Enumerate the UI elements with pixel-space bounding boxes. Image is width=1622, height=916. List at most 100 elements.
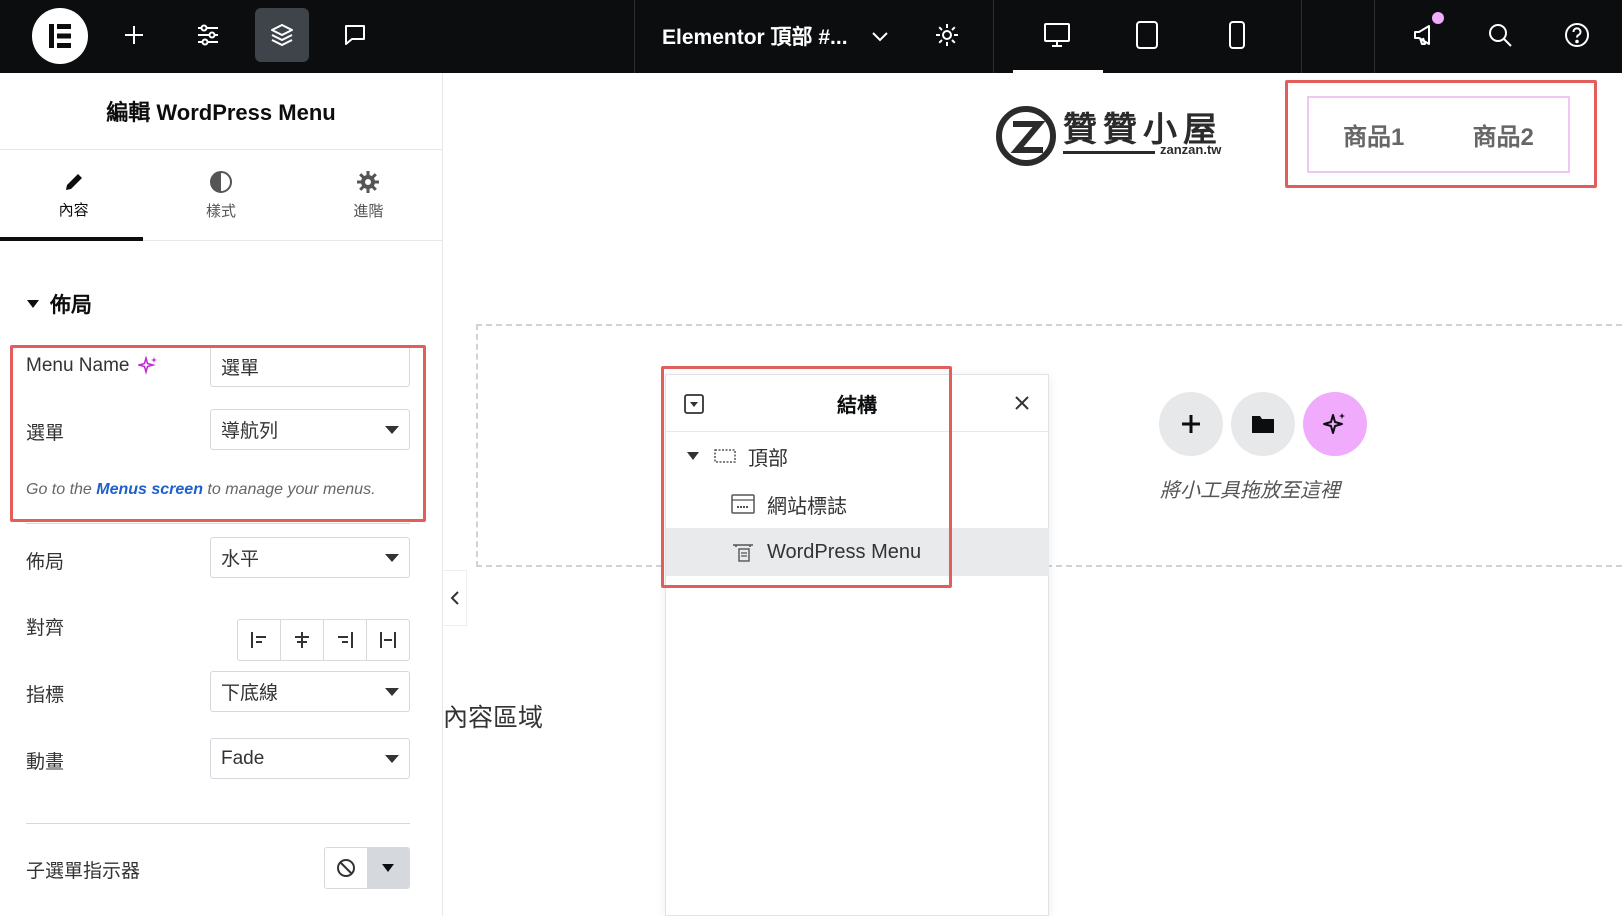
caret-down-icon[interactable] <box>367 848 409 888</box>
align-label: 對齊 <box>26 618 65 639</box>
pointer-select[interactable]: 下底線 <box>210 671 410 712</box>
wordpress-menu-widget[interactable]: 商品1 商品2 <box>1307 96 1570 173</box>
caret-down-icon[interactable] <box>686 451 700 461</box>
pointer-select-value: 下底線 <box>221 683 279 704</box>
search-icon[interactable] <box>1473 8 1527 62</box>
panel-title: 編輯 WordPress Menu <box>0 73 442 150</box>
gear-icon[interactable] <box>920 8 974 62</box>
structure-item-header[interactable]: 頂部 <box>666 432 1049 480</box>
drop-zone-text: 將小工具拖放至這裡 <box>1160 480 1340 502</box>
tablet-icon[interactable] <box>1120 8 1174 62</box>
menu-name-label: Menu Name <box>26 355 158 377</box>
caret-down-icon <box>385 688 399 696</box>
structure-item-label: WordPress Menu <box>767 540 922 563</box>
folder-icon <box>1252 416 1274 433</box>
menu-select-value: 導航列 <box>221 421 279 442</box>
structure-panel: 結構 頂部 網站標誌 WordPress Menu <box>665 374 1049 916</box>
align-left-button[interactable] <box>238 620 281 660</box>
plus-icon[interactable] <box>107 8 161 62</box>
divider <box>1374 0 1375 73</box>
desktop-icon[interactable] <box>1030 8 1084 62</box>
align-left-icon <box>251 632 266 648</box>
menu-widget-icon <box>733 544 753 562</box>
editor-panel: 編輯 WordPress Menu 內容 樣式 進階 佈局 Menu Name … <box>0 73 443 916</box>
tab-style[interactable]: 樣式 <box>147 150 294 240</box>
contrast-icon <box>209 170 232 193</box>
tab-advanced[interactable]: 進階 <box>295 150 442 240</box>
ai-sparkle-icon[interactable] <box>137 356 158 376</box>
layout-select[interactable]: 水平 <box>210 537 410 578</box>
caret-down-icon <box>385 426 399 434</box>
collapse-all-icon[interactable] <box>684 394 704 414</box>
logo-underline <box>1063 151 1155 154</box>
divider <box>993 0 994 73</box>
section-layout-toggle[interactable]: 佈局 <box>26 289 92 319</box>
align-right-button[interactable] <box>324 620 367 660</box>
add-template-button[interactable] <box>1231 392 1295 456</box>
structure-item-label: 網站標誌 <box>767 495 847 518</box>
layers-icon[interactable] <box>255 8 309 62</box>
align-center-icon <box>295 632 309 648</box>
chat-icon[interactable] <box>328 8 382 62</box>
structure-item-label: 頂部 <box>748 447 788 470</box>
site-logo[interactable]: 贊贊小屋 zanzan.tw <box>993 100 1233 170</box>
align-center-button[interactable] <box>281 620 324 660</box>
section-layout-title: 佈局 <box>50 294 92 317</box>
collapse-panel-button[interactable] <box>443 570 467 626</box>
site-logo-mark-icon <box>996 106 1056 166</box>
caret-down-icon <box>27 300 39 308</box>
site-logo-subtitle: zanzan.tw <box>1160 142 1222 157</box>
structure-title: 結構 <box>837 394 877 417</box>
menu-name-input[interactable]: 選單 <box>210 346 410 387</box>
caret-down-icon <box>385 554 399 562</box>
menu-name-label-text: Menu Name <box>26 355 130 376</box>
divider <box>26 523 410 524</box>
document-title-text: Elementor 頂部 #... <box>662 26 848 49</box>
divider <box>26 823 410 824</box>
align-button-group <box>237 619 410 661</box>
gear-icon <box>357 170 380 193</box>
plus-icon <box>1182 415 1200 433</box>
container-icon <box>714 449 736 463</box>
help-icon[interactable] <box>1550 8 1604 62</box>
animation-select[interactable]: Fade <box>210 738 410 779</box>
structure-item-wordpress-menu[interactable]: WordPress Menu <box>666 528 1049 576</box>
menu-item-1[interactable]: 商品1 <box>1343 117 1404 152</box>
divider <box>634 0 635 73</box>
drop-zone[interactable] <box>476 324 1622 567</box>
align-right-icon <box>338 632 353 648</box>
ai-generate-button[interactable] <box>1303 392 1367 456</box>
add-element-button[interactable] <box>1159 392 1223 456</box>
pencil-icon <box>65 173 82 190</box>
menu-name-value: 選單 <box>221 358 260 379</box>
submenu-indicator-control[interactable] <box>324 847 410 889</box>
align-justify-button[interactable] <box>367 620 409 660</box>
caret-down-icon <box>385 755 399 763</box>
site-logo-icon <box>731 494 755 514</box>
notification-dot <box>1432 12 1444 24</box>
panel-tabs: 內容 樣式 進階 <box>0 150 442 241</box>
menu-select-label: 選單 <box>26 423 65 444</box>
menu-item-2[interactable]: 商品2 <box>1473 117 1534 152</box>
document-title[interactable]: Elementor 頂部 #... <box>662 18 890 54</box>
elementor-logo-icon[interactable] <box>32 8 88 64</box>
menu-select[interactable]: 導航列 <box>210 409 410 450</box>
help-prefix: Go to the <box>26 481 97 498</box>
sliders-icon[interactable] <box>181 8 235 62</box>
menus-screen-link[interactable]: Menus screen <box>96 481 203 498</box>
tab-style-label: 樣式 <box>205 202 236 220</box>
close-icon[interactable] <box>1014 395 1030 411</box>
top-bar: Elementor 頂部 #... <box>0 0 1622 73</box>
menus-help-text: Go to the Menus screen to manage your me… <box>26 481 376 499</box>
none-icon <box>325 848 367 888</box>
submenu-indicator-label: 子選單指示器 <box>26 861 141 882</box>
animation-select-value: Fade <box>221 747 265 769</box>
active-tab-indicator <box>0 237 143 241</box>
structure-item-site-logo[interactable]: 網站標誌 <box>666 480 1049 528</box>
pointer-label: 指標 <box>26 685 65 706</box>
tab-content[interactable]: 內容 <box>0 150 147 240</box>
animation-label: 動畫 <box>26 752 65 773</box>
help-suffix: to manage your menus. <box>202 481 376 498</box>
mobile-icon[interactable] <box>1210 8 1264 62</box>
align-justify-icon <box>380 632 396 648</box>
